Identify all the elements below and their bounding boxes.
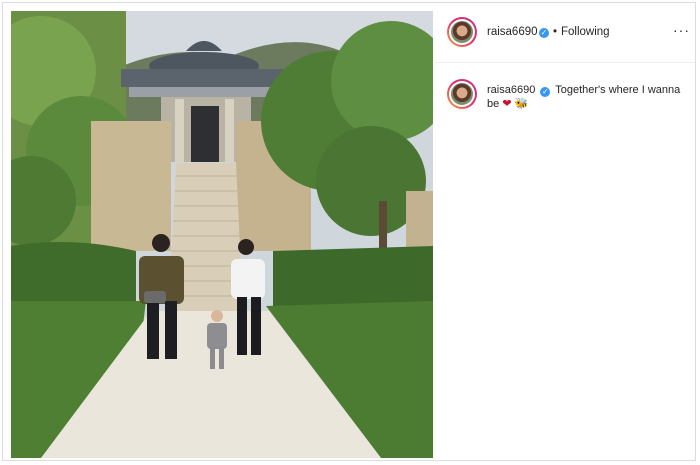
caption-username[interactable]: raisa6690 (487, 84, 535, 96)
author-avatar[interactable] (447, 17, 477, 47)
more-options-icon[interactable]: ··· (673, 22, 690, 38)
follow-separator: • (553, 26, 558, 38)
verified-badge-icon: ✓ (540, 87, 551, 97)
author-username[interactable]: raisa6690 (487, 26, 538, 38)
post-header: raisa6690 ✓ • Following ··· (435, 3, 695, 63)
post-photo-illustration (11, 11, 433, 458)
bee-emoji: 🐝 (514, 98, 529, 110)
verified-badge-icon: ✓ (539, 28, 549, 38)
heart-emoji: ❤ (502, 98, 512, 110)
post-photo[interactable] (11, 11, 433, 458)
caption-avatar[interactable] (447, 79, 477, 109)
instagram-post-frame: raisa6690 ✓ • Following ··· raisa6690 ✓ … (2, 2, 696, 461)
following-button[interactable]: Following (561, 26, 610, 38)
post-caption: raisa6690 ✓ Together's where I wanna be … (487, 83, 687, 111)
post-side-panel: raisa6690 ✓ • Following ··· raisa6690 ✓ … (435, 3, 695, 460)
